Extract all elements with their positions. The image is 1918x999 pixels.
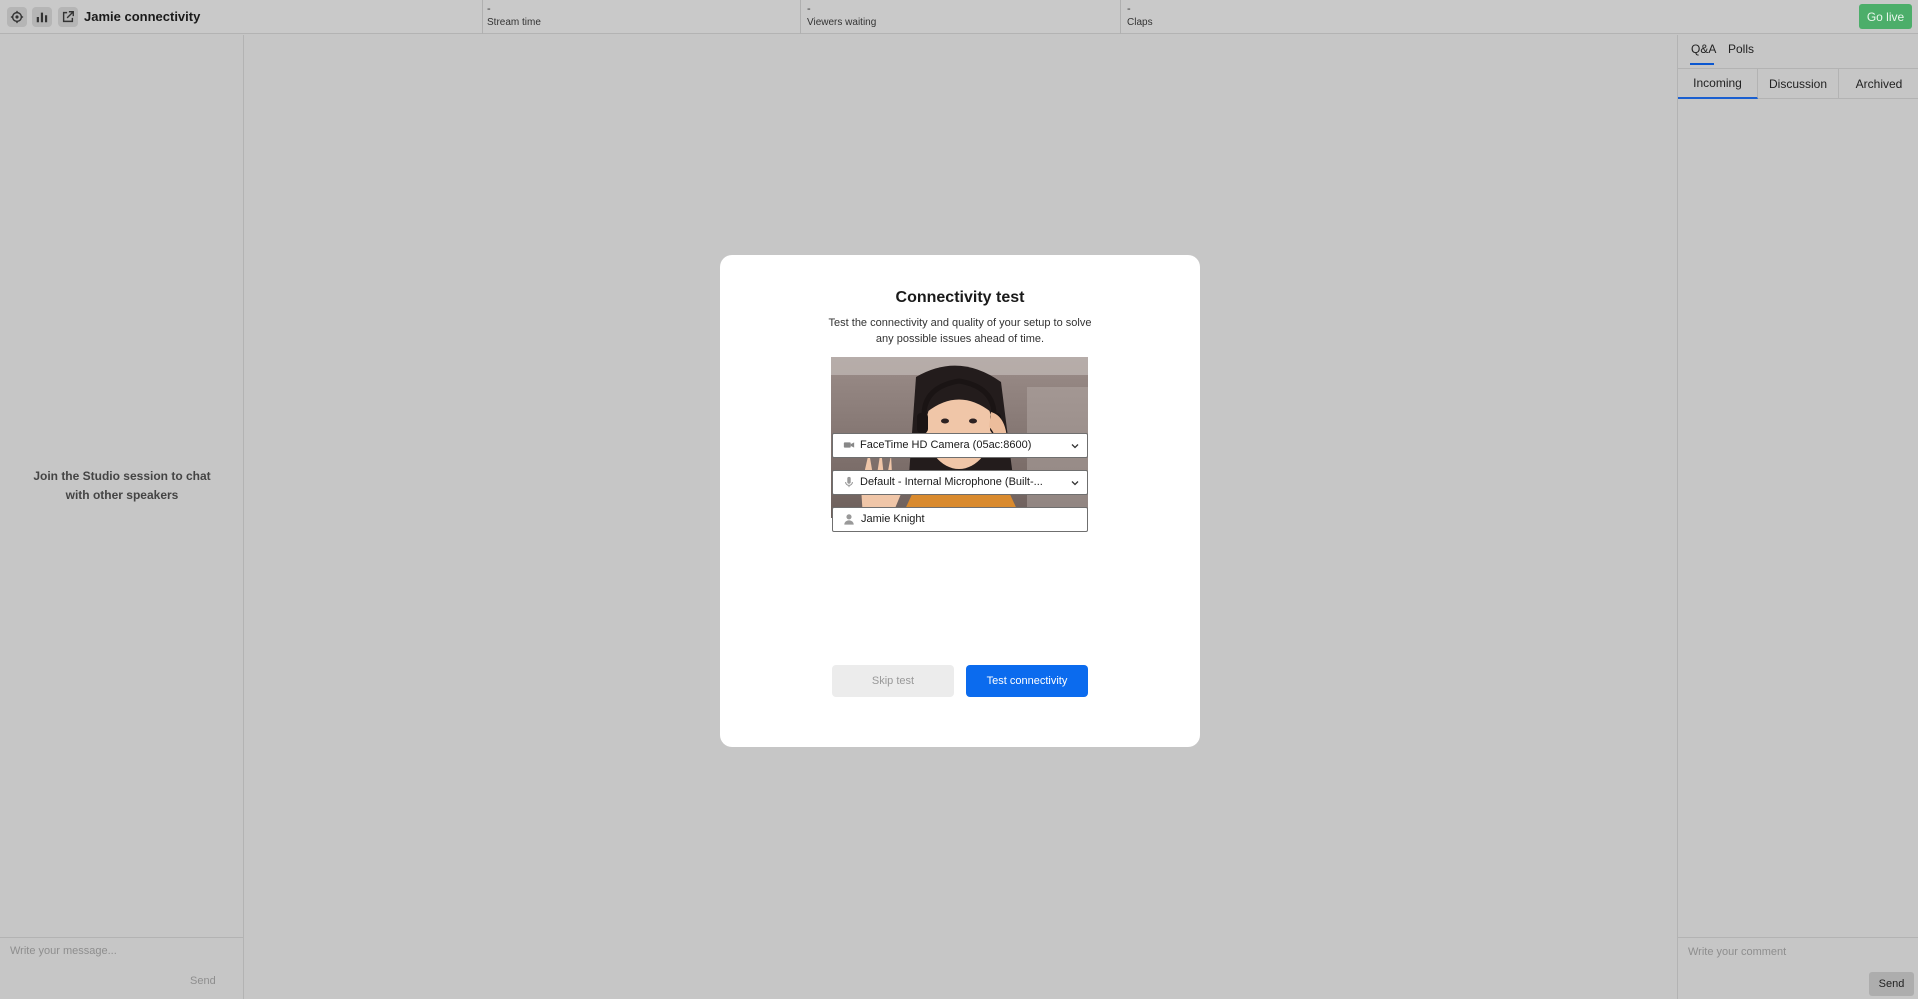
bar-chart-icon[interactable] [32, 7, 52, 27]
stat-label: Claps [1127, 17, 1153, 28]
stat-value: - [1127, 3, 1131, 15]
top-bar: Jamie connectivity - Stream time - Viewe… [0, 0, 1918, 34]
chat-join-message: Join the Studio session to chat with oth… [33, 469, 211, 502]
active-tab-indicator [1690, 63, 1714, 65]
stat-viewers-waiting: - Viewers waiting [802, 0, 1120, 34]
chevron-down-icon [1071, 481, 1079, 486]
comment-input-area: Write your comment Send [1678, 937, 1918, 999]
person-icon [844, 514, 854, 525]
subtab-discussion[interactable]: Discussion [1758, 69, 1839, 99]
chevron-down-icon [1071, 444, 1079, 449]
comment-input[interactable]: Write your comment [1688, 946, 1786, 958]
comment-send-button[interactable]: Send [1869, 972, 1914, 996]
external-link-icon[interactable] [58, 7, 78, 27]
stat-value: - [807, 3, 811, 15]
display-name-value: Jamie Knight [861, 513, 925, 525]
microphone-icon [845, 476, 853, 488]
stat-label: Stream time [487, 17, 541, 28]
microphone-select-value: Default - Internal Microphone (Built-... [860, 476, 1043, 488]
display-name-field[interactable]: Jamie Knight [832, 507, 1088, 532]
qa-panel: Q&A Polls Incoming Discussion Archived W… [1677, 35, 1918, 999]
modal-description: Test the connectivity and quality of you… [828, 317, 1092, 345]
tab-qa[interactable]: Q&A [1691, 42, 1716, 56]
subtab-archived[interactable]: Archived [1839, 69, 1918, 99]
qa-subtabs: Incoming Discussion Archived [1678, 68, 1918, 99]
video-camera-icon [843, 442, 855, 448]
chat-message-input[interactable]: Write your message... [10, 945, 117, 957]
go-live-button[interactable]: Go live [1859, 4, 1912, 29]
chat-send-button[interactable]: Send [190, 975, 216, 987]
stat-claps: - Claps [1122, 0, 1440, 34]
chat-input-area: Write your message... Send [0, 937, 243, 999]
microphone-select[interactable]: Default - Internal Microphone (Built-... [832, 470, 1088, 495]
tab-polls[interactable]: Polls [1728, 42, 1754, 56]
camera-select[interactable]: FaceTime HD Camera (05ac:8600) [832, 433, 1088, 458]
test-connectivity-button[interactable]: Test connectivity [966, 665, 1088, 697]
modal-title: Connectivity test [895, 289, 1025, 306]
stat-value: - [487, 3, 491, 15]
subtab-incoming[interactable]: Incoming [1678, 69, 1758, 99]
gear-icon[interactable] [7, 7, 27, 27]
stat-label: Viewers waiting [807, 17, 877, 28]
session-title: Jamie connectivity [84, 9, 201, 24]
skip-test-button[interactable]: Skip test [832, 665, 954, 697]
divider [800, 0, 801, 34]
speaker-chat-panel: Join the Studio session to chat with oth… [0, 35, 244, 999]
connectivity-test-modal: Connectivity test Test the connectivity … [720, 255, 1200, 747]
divider [1120, 0, 1121, 34]
stat-stream-time: - Stream time [482, 0, 800, 34]
camera-select-value: FaceTime HD Camera (05ac:8600) [860, 439, 1032, 451]
